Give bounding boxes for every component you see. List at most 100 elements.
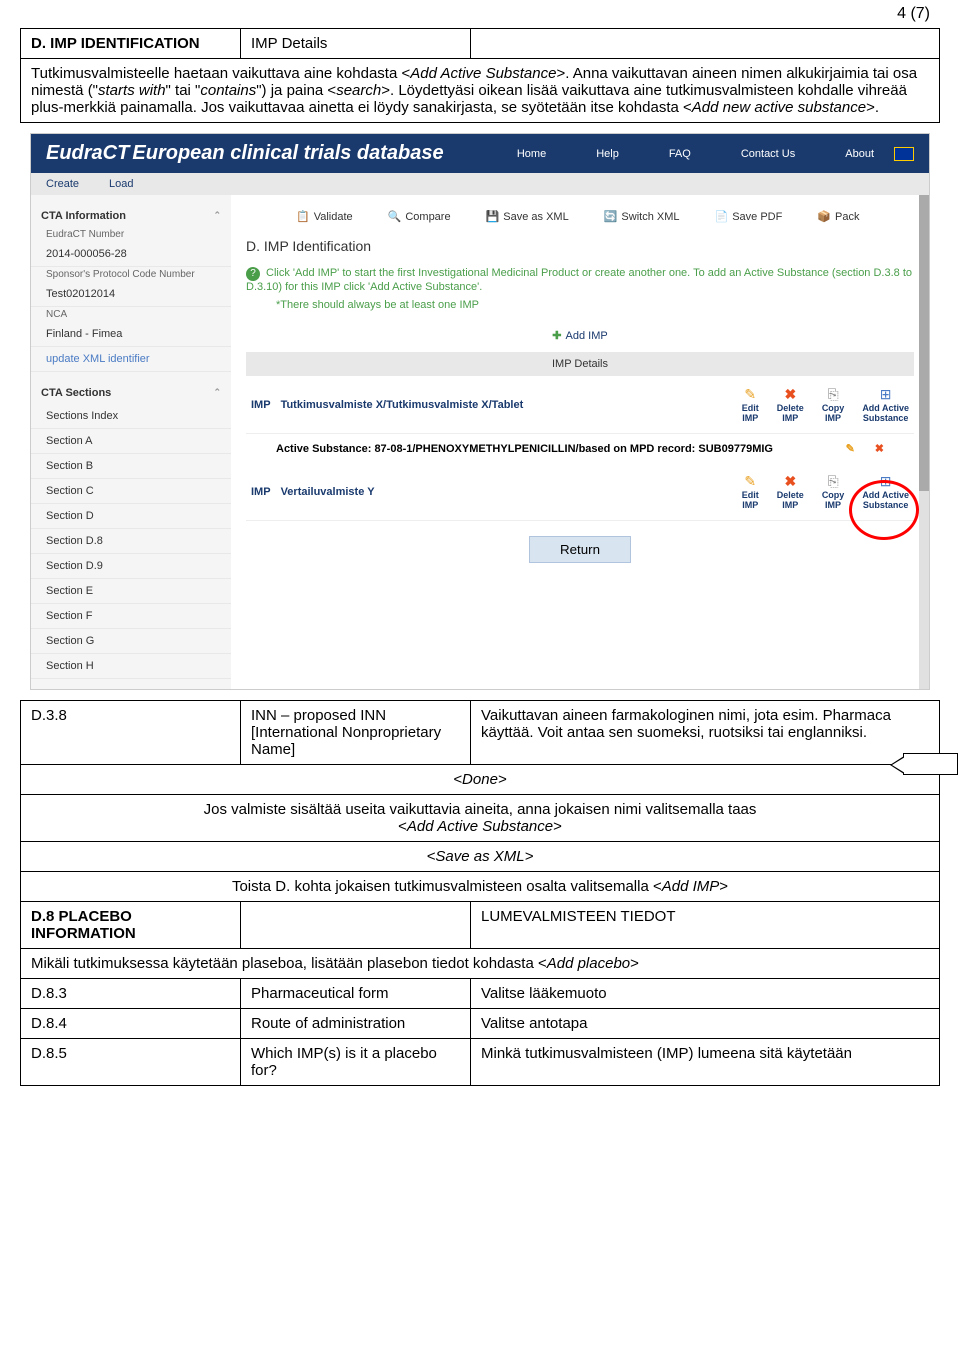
copy-imp-button[interactable]: ⎘CopyIMP — [822, 473, 845, 510]
substance-label: Active Substance: — [276, 443, 371, 455]
section-d-title: D. IMP Identification — [246, 233, 914, 259]
compare-icon: 🔍 — [388, 210, 402, 223]
validate-button[interactable]: 📋Validate — [296, 210, 353, 223]
cta-sections-header[interactable]: CTA Sections⌃ — [31, 382, 231, 404]
d38-desc: Vaikuttavan aineen farmakologinen nimi, … — [471, 701, 940, 765]
document-table: D. IMP IDENTIFICATION IMP Details Tutkim… — [20, 28, 940, 123]
save-icon: 💾 — [486, 210, 500, 223]
delete-icon: ✖ — [777, 386, 804, 403]
d85-desc: Minkä tutkimusvalmisteen (IMP) lumeena s… — [471, 1039, 940, 1086]
nav-help[interactable]: Help — [596, 148, 619, 160]
nav-contact[interactable]: Contact Us — [741, 148, 795, 160]
copy-imp-button[interactable]: ⎘CopyIMP — [822, 386, 845, 423]
add-active-substance-button[interactable]: ⊞Add ActiveSubstance — [862, 386, 909, 423]
d8-title: D.8 PLACEBO INFORMATION — [21, 902, 241, 949]
copy-icon: ⎘ — [822, 386, 845, 403]
edit-imp-button[interactable]: ✎EditIMP — [742, 386, 759, 423]
empty-cell — [241, 902, 471, 949]
d84-code: D.8.4 — [21, 1009, 241, 1039]
sidebar-section-e[interactable]: Section E — [31, 579, 231, 604]
imp-row-2: IMP Vertailuvalmiste Y ✎EditIMP ✖DeleteI… — [246, 463, 914, 521]
sidebar-section-f[interactable]: Section F — [31, 604, 231, 629]
delete-substance-button[interactable]: ✖ — [875, 442, 884, 455]
sidebar-section-h[interactable]: Section H — [31, 654, 231, 679]
save-pdf-button[interactable]: 📄Save PDF — [715, 210, 783, 223]
imp-tag: IMP — [251, 399, 271, 411]
eu-flag-icon — [894, 147, 914, 161]
d38-field: INN – proposed INN [International Nonpro… — [241, 701, 471, 765]
eudract-screenshot: EudraCT European clinical trials databas… — [30, 133, 930, 690]
d85-code: D.8.5 — [21, 1039, 241, 1086]
imp-2-name[interactable]: Vertailuvalmiste Y — [281, 486, 742, 498]
scrollbar[interactable] — [919, 195, 929, 689]
copy-icon: ⎘ — [822, 473, 845, 490]
nav-about[interactable]: About — [845, 148, 874, 160]
delete-icon: ✖ — [777, 473, 804, 490]
d83-field: Pharmaceutical form — [241, 979, 471, 1009]
switch-xml-button[interactable]: 🔄Switch XML — [604, 210, 680, 223]
sidebar-section-b[interactable]: Section B — [31, 454, 231, 479]
d83-desc: Valitse lääkemuoto — [471, 979, 940, 1009]
d38-code: D.3.8 — [21, 701, 241, 765]
nav-home[interactable]: Home — [517, 148, 546, 160]
main-content: 📋Validate 🔍Compare 💾Save as XML 🔄Switch … — [231, 195, 929, 689]
edit-icon: ✎ — [742, 386, 759, 403]
edit-substance-button[interactable]: ✎ — [846, 442, 855, 455]
imp-details-header: IMP Details — [246, 352, 914, 376]
return-button[interactable]: Return — [529, 536, 631, 563]
sidebar-sections-index[interactable]: Sections Index — [31, 404, 231, 429]
multi-substance-note: Jos valmiste sisältää useita vaikuttavia… — [21, 795, 940, 842]
d85-field: Which IMP(s) is it a placebo for? — [241, 1039, 471, 1086]
page-number: 4 (7) — [0, 0, 960, 28]
d-imp-description: Tutkimusvalmisteelle haetaan vaikuttava … — [21, 59, 940, 123]
sidebar-section-d[interactable]: Section D — [31, 504, 231, 529]
save-xml-button[interactable]: 💾Save as XML — [486, 210, 569, 223]
empty-cell — [471, 29, 940, 59]
help-icon[interactable]: ? — [246, 267, 260, 281]
add-icon: ⊞ — [862, 473, 909, 490]
eudract-number-label: EudraCT Number — [31, 227, 231, 242]
cta-info-header[interactable]: CTA Information⌃ — [31, 205, 231, 227]
imp-1-name[interactable]: Tutkimusvalmiste X/Tutkimusvalmiste X/Ta… — [281, 399, 742, 411]
toolbar: 📋Validate 🔍Compare 💾Save as XML 🔄Switch … — [246, 205, 914, 233]
sidebar-section-a[interactable]: Section A — [31, 429, 231, 454]
imp-details-label: IMP Details — [241, 29, 471, 59]
d8-right: LUMEVALMISTEEN TIEDOT — [471, 902, 940, 949]
compare-button[interactable]: 🔍Compare — [388, 210, 451, 223]
annotation-arrow — [903, 753, 958, 775]
d83-code: D.8.3 — [21, 979, 241, 1009]
sidebar-section-d9[interactable]: Section D.9 — [31, 554, 231, 579]
eudract-logo: EudraCT European clinical trials databas… — [46, 142, 444, 165]
switch-icon: 🔄 — [604, 210, 618, 223]
sidebar-section-g[interactable]: Section G — [31, 629, 231, 654]
plus-icon: ✚ — [552, 330, 561, 342]
sidebar-section-c[interactable]: Section C — [31, 479, 231, 504]
pack-button[interactable]: 📦Pack — [817, 210, 859, 223]
sponsor-code-label: Sponsor's Protocol Code Number — [31, 267, 231, 282]
delete-imp-button[interactable]: ✖DeleteIMP — [777, 473, 804, 510]
update-xml-link[interactable]: update XML identifier — [31, 347, 231, 372]
pdf-icon: 📄 — [715, 210, 729, 223]
nca-label: NCA — [31, 307, 231, 322]
subnav-load[interactable]: Load — [109, 178, 133, 190]
active-substance-row: Active Substance: 87-08-1/PHENOXYMETHYLP… — [246, 434, 914, 463]
edit-icon: ✎ — [742, 473, 759, 490]
sidebar-section-d8[interactable]: Section D.8 — [31, 529, 231, 554]
delete-imp-button[interactable]: ✖DeleteIMP — [777, 386, 804, 423]
d84-field: Route of administration — [241, 1009, 471, 1039]
done-marker: <Done> — [21, 765, 940, 795]
edit-imp-button[interactable]: ✎EditIMP — [742, 473, 759, 510]
d-imp-identification-title: D. IMP IDENTIFICATION — [21, 29, 241, 59]
validate-icon: 📋 — [296, 210, 310, 223]
subnav-create[interactable]: Create — [46, 178, 79, 190]
document-table-2: D.3.8 INN – proposed INN [International … — [20, 700, 940, 1086]
add-active-substance-button[interactable]: ⊞Add ActiveSubstance — [862, 473, 909, 510]
instruction-note: *There should always be at least one IMP — [246, 293, 914, 311]
add-imp-button[interactable]: ✚Add IMP — [246, 319, 914, 352]
sidebar: CTA Information⌃ EudraCT Number 2014-000… — [31, 195, 231, 689]
imp-row-1: IMP Tutkimusvalmiste X/Tutkimusvalmiste … — [246, 376, 914, 434]
eudract-number-value: 2014-000056-28 — [31, 242, 231, 267]
collapse-icon: ⌃ — [213, 210, 221, 222]
nav-faq[interactable]: FAQ — [669, 148, 691, 160]
sponsor-code-value: Test02012014 — [31, 282, 231, 307]
